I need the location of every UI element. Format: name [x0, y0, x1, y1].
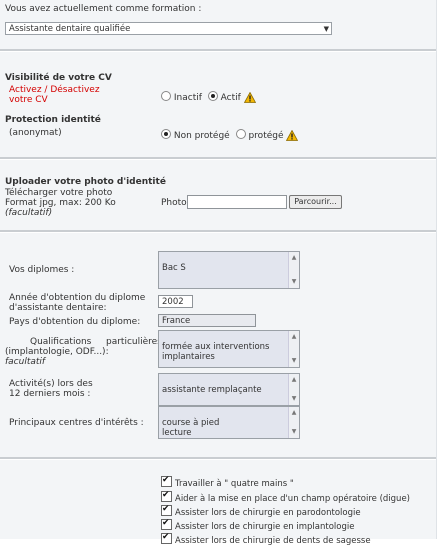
qualifications-label-d: facultatif — [5, 357, 46, 367]
photo-title: Uploader votre photo d'identité — [5, 177, 166, 187]
diplomes-label: Vos diplomes : — [9, 265, 75, 275]
diplomes-value: Bac S — [162, 263, 186, 273]
formation-select[interactable]: Assistante dentaire qualifiée ▼ — [5, 22, 332, 35]
checkbox[interactable] — [161, 518, 172, 530]
annee-label: Année d'obtention du diplome d'assistant… — [9, 293, 146, 313]
warning-icon[interactable] — [286, 130, 299, 141]
annee-input[interactable]: 2002 — [158, 295, 193, 308]
checkbox-label: Travailler à " quatre mains " — [175, 479, 294, 489]
checkbox[interactable] — [161, 475, 172, 487]
divider — [0, 230, 436, 233]
checkbox-label: Assister lors de chirurgie de dents de s… — [175, 536, 371, 546]
checkbox-row[interactable]: Travailler à " quatre mains " — [161, 475, 294, 489]
protection-options: Non protégé protégé — [161, 129, 299, 141]
checkbox-row[interactable]: Assister lors de chirurgie en implantolo… — [161, 518, 355, 532]
checkbox-row[interactable]: Assister lors de chirurgie en parodontol… — [161, 504, 361, 518]
checkbox-label: Assister lors de chirurgie en implantolo… — [175, 522, 355, 532]
activite-value: assistante remplaçante — [162, 385, 262, 395]
radio-non-protege-label: Non protégé — [173, 131, 230, 141]
checkbox[interactable] — [161, 490, 172, 502]
qualifications-label-b: particulières — [106, 337, 162, 347]
photo-line1: Télécharger votre photo — [5, 188, 113, 198]
visibilite-title: Visibilité de votre CV — [5, 73, 112, 83]
radio-actif[interactable] — [207, 91, 218, 101]
radio-actif-label: Actif — [220, 93, 241, 103]
interets-label: Principaux centres d'intérêts : — [9, 418, 144, 428]
photo-file-input[interactable] — [187, 195, 287, 209]
scrollbar[interactable]: ▲ ▼ — [288, 374, 299, 405]
divider — [0, 457, 436, 460]
radio-inactif[interactable] — [161, 91, 171, 101]
checkbox-label: Assister lors de chirurgie en parodontol… — [175, 508, 361, 518]
checkbox-row[interactable]: Assister lors de chirurgie de dents de s… — [161, 532, 371, 546]
visibilite-hint: Activez / Désactivez votre CV — [9, 85, 100, 105]
checkbox-row[interactable]: Aider à la mise en place d'un champ opér… — [161, 490, 410, 504]
interets-value: course à pied lecture — [162, 418, 220, 438]
pays-label: Pays d'obtention du diplome: — [9, 317, 141, 327]
activite-label: Activité(s) lors des 12 derniers mois : — [9, 379, 93, 399]
radio-inactif-label: Inactif — [173, 93, 202, 103]
pays-input[interactable]: France — [158, 314, 256, 327]
form-page: Vous avez actuellement comme formation :… — [0, 0, 437, 546]
formation-label: Vous avez actuellement comme formation : — [5, 4, 202, 14]
qualifications-value: formée aux interventions implantaires — [162, 342, 270, 362]
radio-non-protege[interactable] — [161, 129, 171, 139]
browse-button[interactable]: Parcourir... — [289, 195, 342, 209]
qualifications-textarea[interactable]: formée aux interventions implantaires ▲ ▼ — [158, 330, 300, 368]
scrollbar[interactable]: ▲ ▼ — [288, 252, 299, 288]
checkbox-label: Aider à la mise en place d'un champ opér… — [175, 494, 410, 504]
visibilite-options: Inactif Actif — [161, 91, 256, 103]
diplomes-textarea[interactable]: Bac S ▲ ▼ — [158, 251, 300, 289]
warning-icon[interactable] — [243, 92, 256, 103]
divider — [0, 157, 436, 160]
radio-protege[interactable] — [235, 129, 246, 139]
photo-line3: (facultatif) — [5, 208, 53, 218]
qualifications-label-c: (implantologie, ODF...): — [5, 347, 109, 357]
radio-protege-label: protégé — [248, 131, 284, 141]
checkbox[interactable] — [161, 504, 172, 516]
activite-textarea[interactable]: assistante remplaçante ▲ ▼ — [158, 373, 300, 406]
interets-textarea[interactable]: course à pied lecture ▲ ▼ — [158, 406, 300, 439]
chevron-down-icon[interactable]: ▼ — [324, 23, 329, 36]
protection-hint: (anonymat) — [9, 128, 62, 138]
qualifications-label-a: Qualifications — [30, 337, 92, 347]
protection-title: Protection identité — [5, 115, 101, 125]
photo-line2: Format jpg, max: 200 Ko — [5, 198, 116, 208]
scrollbar[interactable]: ▲ ▼ — [288, 407, 299, 438]
formation-selected-value: Assistante dentaire qualifiée — [9, 24, 131, 34]
scrollbar[interactable]: ▲ ▼ — [288, 331, 299, 367]
divider — [0, 49, 436, 52]
